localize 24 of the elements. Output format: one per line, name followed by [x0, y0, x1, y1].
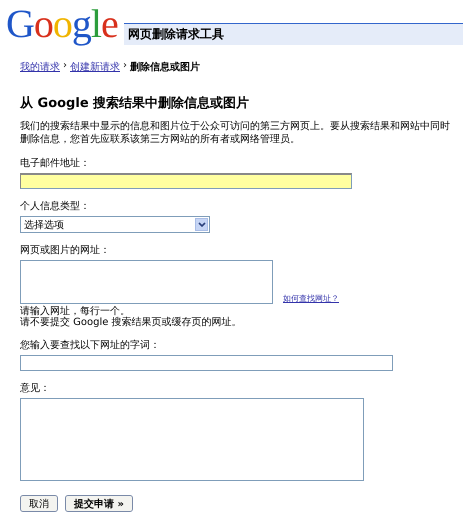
- input-field[interactable]: [20, 173, 352, 189]
- field-label: 意见：: [20, 382, 51, 395]
- breadcrumb-separator: ›: [63, 60, 67, 73]
- text-area[interactable]: [20, 260, 273, 304]
- cancel-button[interactable]: 取消: [20, 495, 58, 512]
- breadcrumb-link[interactable]: 创建新请求: [70, 60, 120, 74]
- breadcrumb-separator: ›: [123, 60, 127, 73]
- logo: Google: [6, 2, 118, 46]
- field-label: 您输入要查找以下网址的字词：: [20, 338, 161, 352]
- dropdown[interactable]: 选择选项: [20, 216, 210, 233]
- breadcrumb-link[interactable]: 我的请求: [20, 60, 60, 74]
- hint-text: 请输入网址，每行一个。: [20, 306, 130, 317]
- page-title: 网页删除请求工具: [128, 26, 224, 43]
- field-label: 电子邮件地址：: [20, 156, 91, 170]
- help-link[interactable]: 如何查找网址？: [283, 293, 339, 304]
- field-label: 网页或图片的网址：: [20, 244, 111, 257]
- breadcrumb-current: 删除信息或图片: [130, 60, 200, 74]
- hint-text: 请不要提交 Google 搜索结果页或缓存页的网址。: [20, 317, 243, 328]
- submit-button[interactable]: 提交申请 »: [65, 495, 133, 512]
- page-heading: 从 Google 搜索结果中删除信息或图片: [20, 94, 250, 112]
- field-label: 个人信息类型：: [20, 200, 91, 213]
- input-field[interactable]: [20, 355, 393, 371]
- text-area[interactable]: [20, 398, 364, 481]
- intro-text: 我们的搜索结果中显示的信息和图片位于公众可访问的第三方网页上。要从搜索结果和网站中同时删除信息，您首先应联系该第三方网站的所有者或网络管理员。: [20, 120, 451, 146]
